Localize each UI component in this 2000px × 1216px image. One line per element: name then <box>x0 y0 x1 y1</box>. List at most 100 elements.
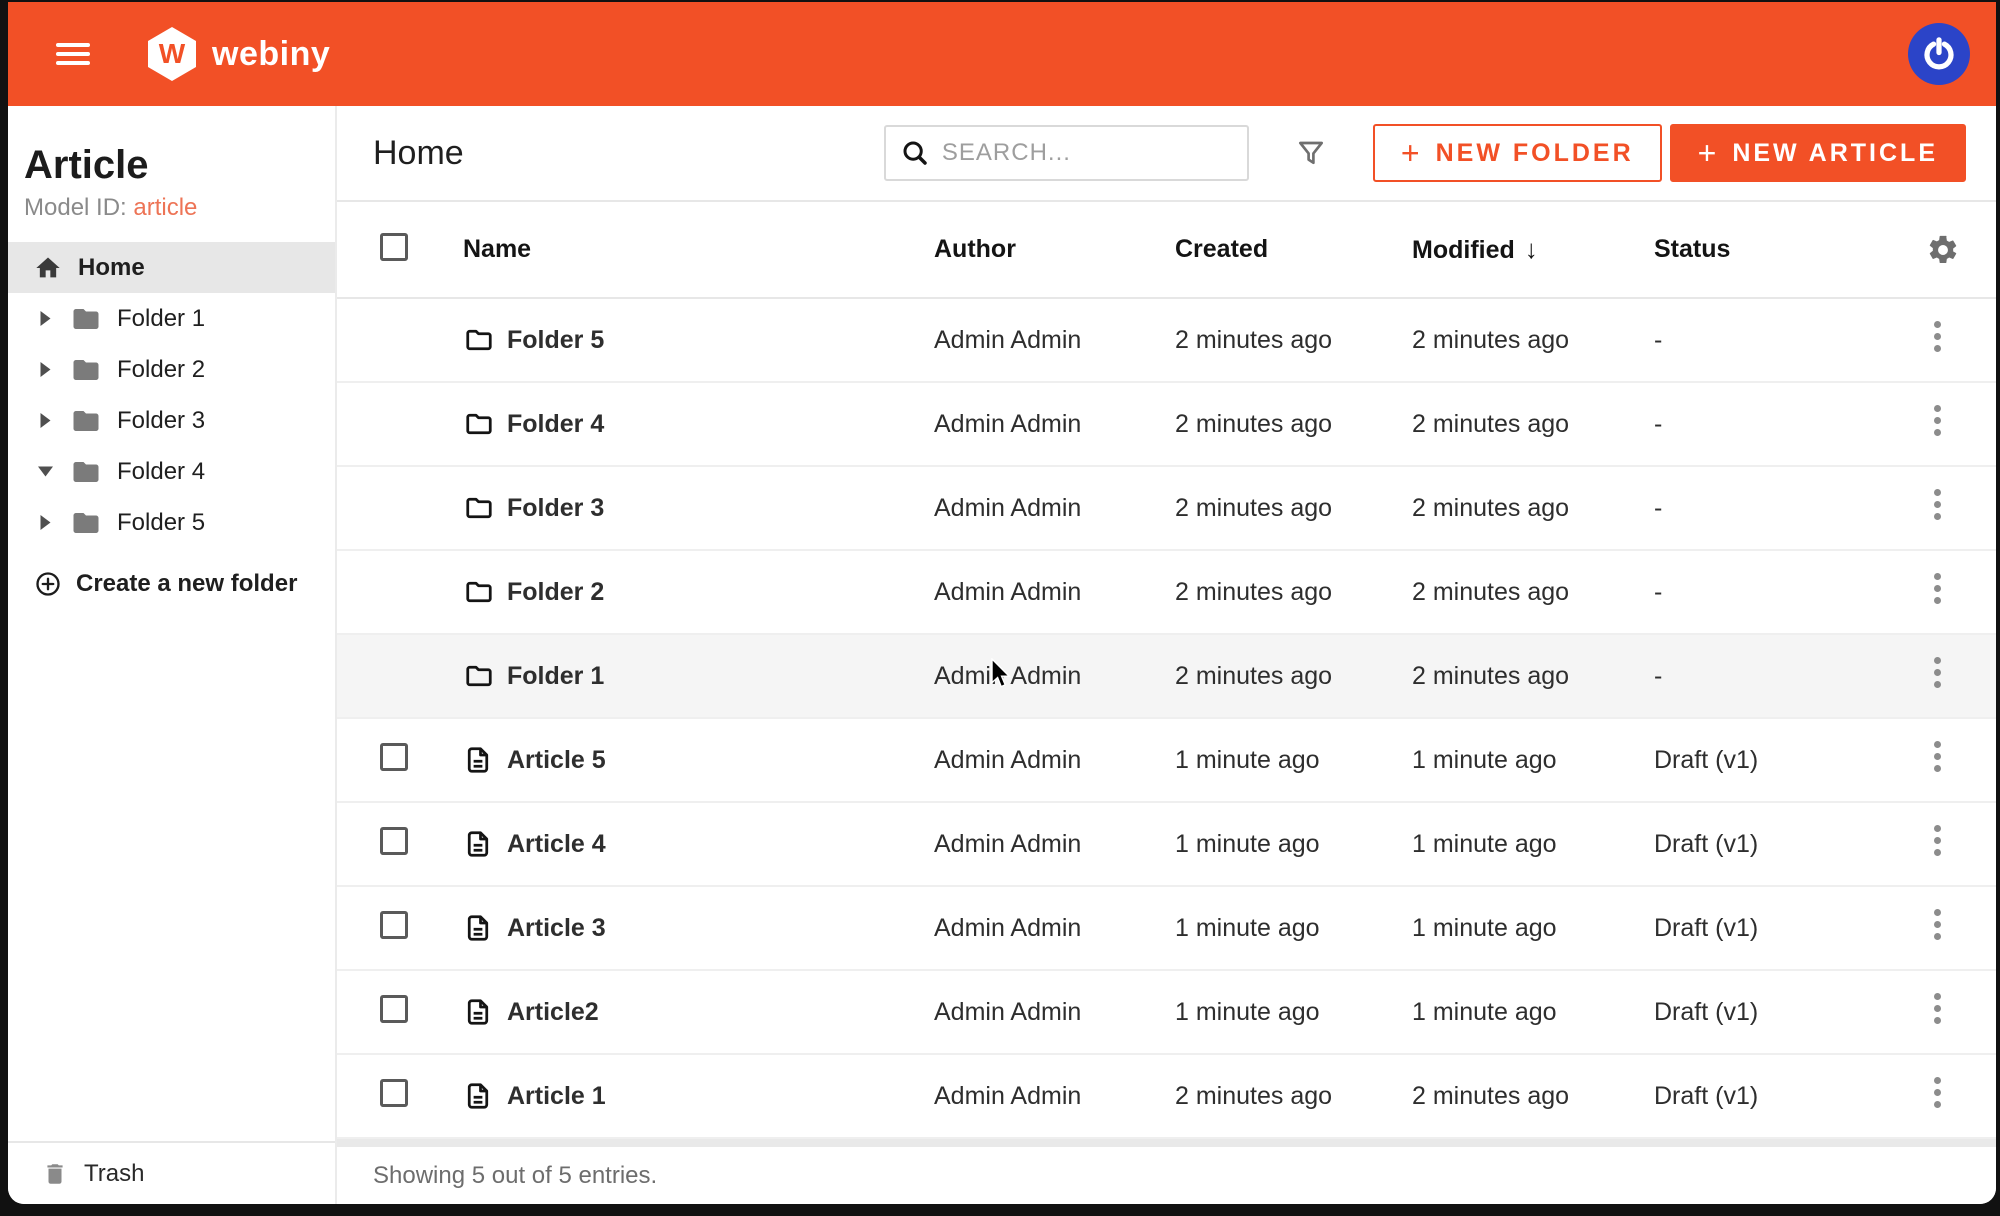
folder-icon <box>463 325 495 355</box>
table-row[interactable]: Folder 4 Admin Admin 2 minutes ago 2 min… <box>337 383 1996 467</box>
row-author: Admin Admin <box>934 494 1175 523</box>
sidebar-item-trash[interactable]: Trash <box>8 1141 335 1204</box>
chevron-right-icon[interactable] <box>38 413 53 428</box>
row-author: Admin Admin <box>934 410 1175 439</box>
webiny-logo: W webiny <box>148 27 330 81</box>
chevron-down-icon[interactable] <box>38 465 53 478</box>
row-status: Draft (v1) <box>1654 914 1918 943</box>
create-folder-button[interactable]: Create a new folder <box>8 558 335 609</box>
document-icon <box>463 828 493 860</box>
row-checkbox[interactable] <box>380 911 408 939</box>
sidebar-item-label: Home <box>78 254 145 282</box>
sort-desc-arrow-icon: ↓ <box>1525 234 1538 264</box>
model-title: Article <box>24 142 319 188</box>
row-status: Draft (v1) <box>1654 998 1918 1027</box>
search-input[interactable] <box>942 139 1233 167</box>
table-header: Name Author Created Modified↓ Status <box>337 202 1996 299</box>
table-row[interactable]: Folder 1 Admin Admin 2 minutes ago 2 min… <box>337 635 1996 719</box>
chevron-right-icon[interactable] <box>38 362 53 377</box>
folder-icon <box>463 661 495 691</box>
sidebar: Article Model ID: article Home <box>8 106 337 1204</box>
column-header-status[interactable]: Status <box>1654 235 1918 264</box>
sidebar-item-folder-4[interactable]: Folder 4 <box>8 446 335 497</box>
kebab-menu-icon[interactable] <box>1926 480 1949 529</box>
body: Article Model ID: article Home <box>8 106 1996 1204</box>
menu-icon[interactable] <box>56 38 90 70</box>
row-created: 2 minutes ago <box>1175 410 1412 439</box>
document-icon <box>463 1080 493 1112</box>
row-modified: 2 minutes ago <box>1412 578 1654 607</box>
create-folder-label: Create a new folder <box>76 570 297 598</box>
folder-label: Folder 2 <box>117 356 205 384</box>
row-status: Draft (v1) <box>1654 1082 1918 1111</box>
table-settings-button[interactable] <box>1918 233 1960 267</box>
folder-icon <box>71 304 101 334</box>
trash-label: Trash <box>84 1160 144 1188</box>
row-created: 2 minutes ago <box>1175 494 1412 523</box>
column-header-author[interactable]: Author <box>934 235 1175 264</box>
circle-plus-icon <box>34 570 62 598</box>
webiny-logo-hexagon-icon: W <box>148 27 196 81</box>
table-row[interactable]: Article 5 Admin Admin 1 minute ago 1 min… <box>337 719 1996 803</box>
sidebar-folder-list: Folder 1 Folder 2 Folder 3 <box>8 293 335 548</box>
row-checkbox[interactable] <box>380 743 408 771</box>
kebab-menu-icon[interactable] <box>1926 732 1949 781</box>
kebab-menu-icon[interactable] <box>1926 1068 1949 1117</box>
kebab-menu-icon[interactable] <box>1926 984 1949 1033</box>
list-footer: Showing 5 out of 5 entries. <box>337 1147 1996 1204</box>
new-article-button[interactable]: + NEW ARTICLE <box>1670 124 1966 182</box>
row-created: 2 minutes ago <box>1175 1082 1412 1111</box>
row-modified: 2 minutes ago <box>1412 494 1654 523</box>
row-name: Article 5 <box>501 746 934 775</box>
table-bottom-divider <box>337 1139 1996 1147</box>
new-folder-button[interactable]: + NEW FOLDER <box>1373 124 1662 182</box>
kebab-menu-icon[interactable] <box>1926 396 1949 445</box>
kebab-menu-icon[interactable] <box>1926 564 1949 613</box>
row-name: Article 1 <box>501 1082 934 1111</box>
filter-button[interactable] <box>1295 137 1327 169</box>
row-checkbox[interactable] <box>380 1079 408 1107</box>
column-header-created[interactable]: Created <box>1175 235 1412 264</box>
row-checkbox[interactable] <box>380 995 408 1023</box>
main-panel: Home + NEW <box>337 106 1996 1204</box>
folder-label: Folder 5 <box>117 509 205 537</box>
row-author: Admin Admin <box>934 746 1175 775</box>
chevron-right-icon[interactable] <box>38 515 53 530</box>
column-header-modified[interactable]: Modified↓ <box>1412 234 1654 265</box>
column-header-name[interactable]: Name <box>445 235 934 264</box>
table-row[interactable]: Folder 5 Admin Admin 2 minutes ago 2 min… <box>337 299 1996 383</box>
table-row[interactable]: Article 3 Admin Admin 1 minute ago 1 min… <box>337 887 1996 971</box>
sidebar-item-folder-5[interactable]: Folder 5 <box>8 497 335 548</box>
folder-label: Folder 4 <box>117 458 205 486</box>
app-bar: W webiny <box>8 2 1996 106</box>
kebab-menu-icon[interactable] <box>1926 816 1949 865</box>
table-row[interactable]: Article 4 Admin Admin 1 minute ago 1 min… <box>337 803 1996 887</box>
search-icon <box>900 138 930 168</box>
sidebar-item-folder-3[interactable]: Folder 3 <box>8 395 335 446</box>
screen-frame: W webiny Article Model ID: article <box>0 0 2000 1216</box>
kebab-menu-icon[interactable] <box>1926 312 1949 361</box>
row-author: Admin Admin <box>934 326 1175 355</box>
folder-icon <box>463 493 495 523</box>
sidebar-item-home[interactable]: Home <box>8 242 335 293</box>
select-all-checkbox[interactable] <box>380 233 408 261</box>
row-modified: 2 minutes ago <box>1412 326 1654 355</box>
table-row[interactable]: Folder 3 Admin Admin 2 minutes ago 2 min… <box>337 467 1996 551</box>
kebab-menu-icon[interactable] <box>1926 648 1949 697</box>
sidebar-item-folder-2[interactable]: Folder 2 <box>8 344 335 395</box>
row-checkbox[interactable] <box>380 827 408 855</box>
model-id-label: Model ID: <box>24 194 127 221</box>
kebab-menu-icon[interactable] <box>1926 900 1949 949</box>
row-created: 1 minute ago <box>1175 830 1412 859</box>
user-avatar[interactable] <box>1908 23 1970 85</box>
chevron-right-icon[interactable] <box>38 311 53 326</box>
model-id: Model ID: article <box>24 194 319 222</box>
sidebar-item-folder-1[interactable]: Folder 1 <box>8 293 335 344</box>
row-author: Admin Admin <box>934 1082 1175 1111</box>
table-row[interactable]: Folder 2 Admin Admin 2 minutes ago 2 min… <box>337 551 1996 635</box>
row-author: Admin Admin <box>934 830 1175 859</box>
brand-name: webiny <box>212 35 330 74</box>
row-name: Article 4 <box>501 830 934 859</box>
table-row[interactable]: Article 1 Admin Admin 2 minutes ago 2 mi… <box>337 1055 1996 1139</box>
table-row[interactable]: Article2 Admin Admin 1 minute ago 1 minu… <box>337 971 1996 1055</box>
